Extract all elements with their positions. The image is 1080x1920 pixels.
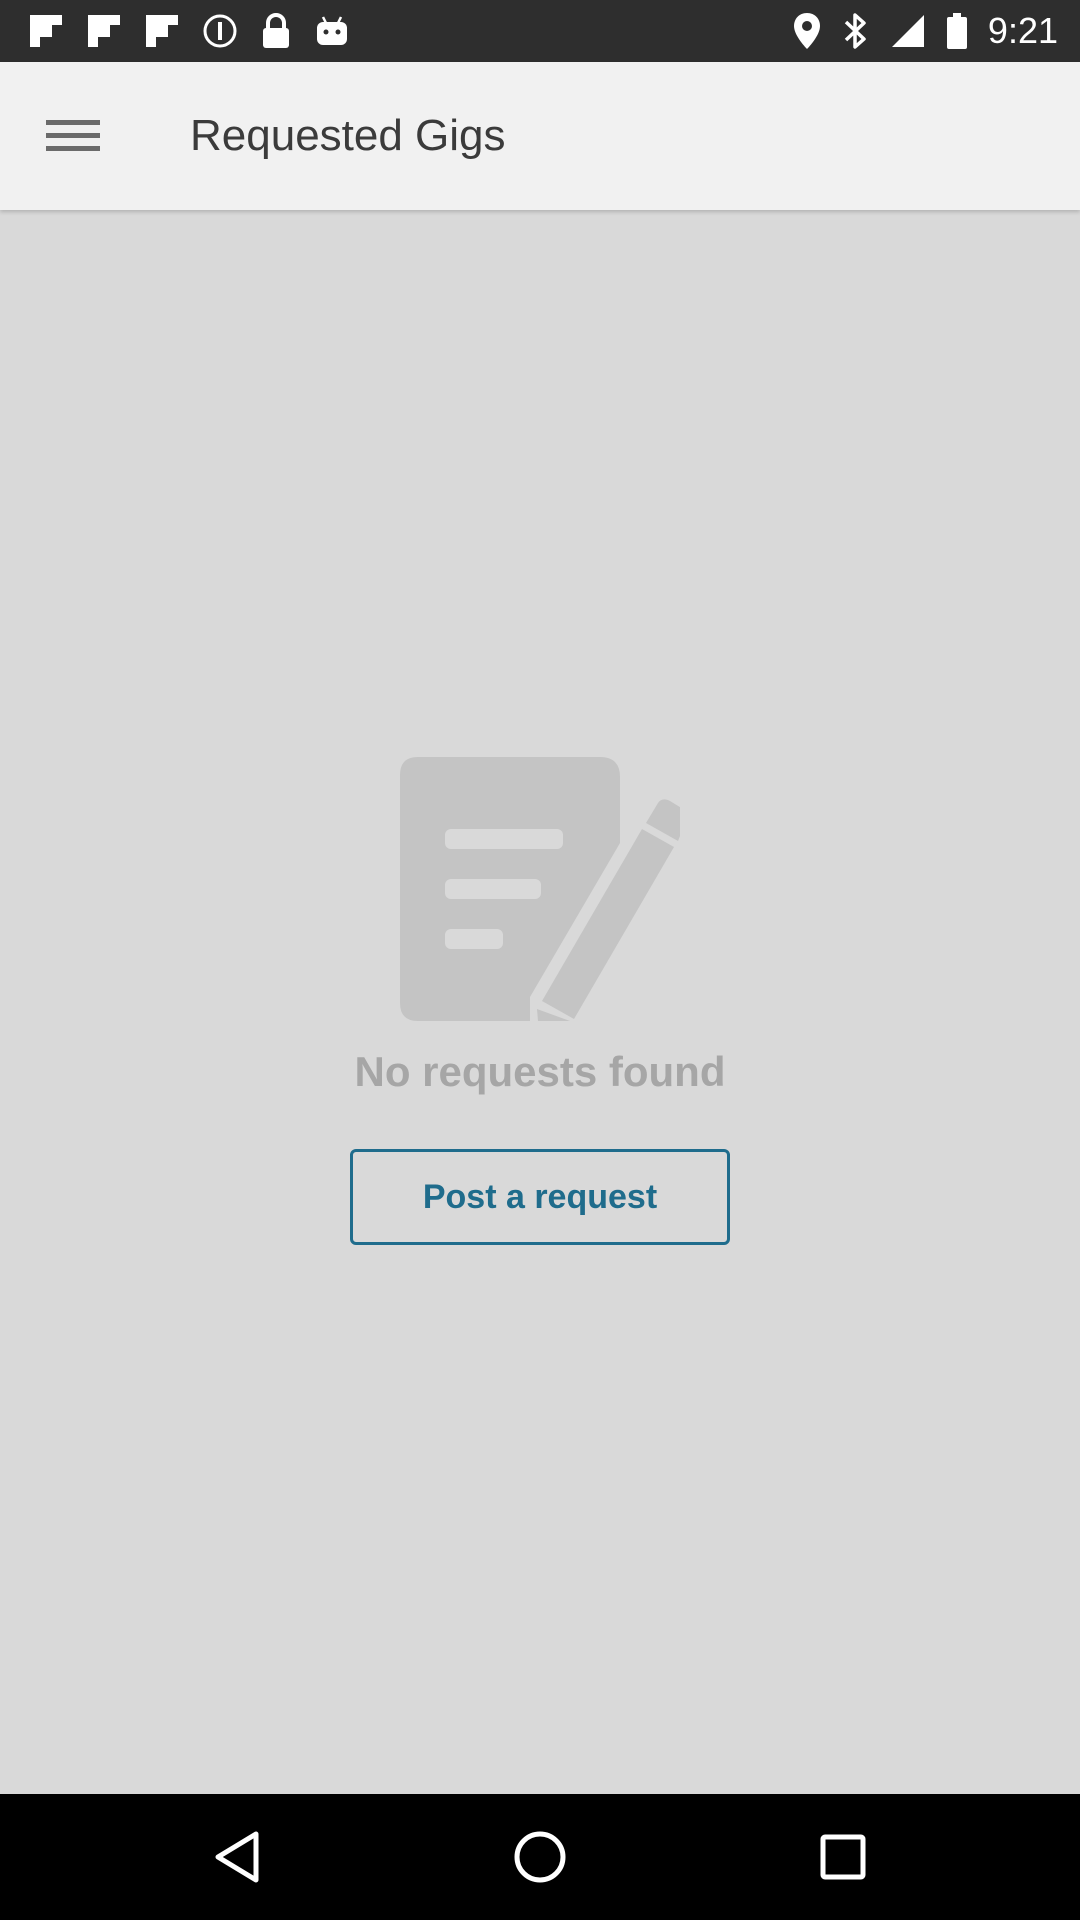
notification-icons	[28, 10, 350, 52]
signal-icon	[891, 15, 924, 47]
menu-button[interactable]	[30, 100, 116, 172]
home-button[interactable]	[495, 1822, 585, 1892]
info-icon	[203, 14, 237, 48]
bluetooth-icon	[844, 13, 866, 49]
post-request-button[interactable]: Post a request	[350, 1149, 730, 1245]
empty-state-message: No requests found	[354, 1048, 726, 1095]
app-bar: Requested Gigs	[0, 62, 1080, 210]
flipboard-icon	[146, 15, 178, 47]
status-time: 9:21	[987, 10, 1058, 51]
lock-icon	[263, 13, 289, 48]
navigation-bar	[0, 1794, 1080, 1920]
battery-icon	[946, 13, 967, 49]
recent-apps-square-icon	[820, 1834, 866, 1880]
flipboard-icon	[88, 15, 120, 47]
page-title: Requested Gigs	[190, 111, 506, 160]
recent-apps-button[interactable]	[798, 1822, 888, 1892]
home-circle-icon	[514, 1831, 566, 1883]
empty-state-container: No requests found Post a request	[0, 210, 1080, 1794]
flipboard-icon	[30, 15, 62, 47]
android-icon	[317, 16, 347, 45]
status-bar: 9:21	[0, 0, 1080, 62]
document-edit-icon	[400, 757, 680, 1021]
system-status-icons: 9:21	[792, 10, 1058, 52]
location-icon	[793, 13, 820, 49]
back-button[interactable]	[192, 1822, 282, 1892]
back-triangle-icon	[215, 1831, 259, 1883]
hamburger-menu-icon	[46, 120, 100, 151]
